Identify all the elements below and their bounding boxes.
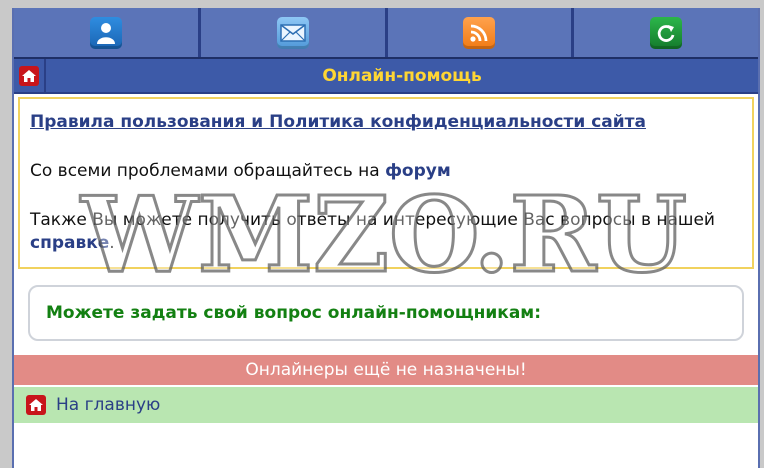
refresh-icon xyxy=(650,16,683,49)
rss-button[interactable] xyxy=(387,8,575,57)
profile-button[interactable] xyxy=(14,8,201,57)
help-text: Также Вы можете получить ответы на интер… xyxy=(30,210,715,230)
help-link[interactable]: справке xyxy=(30,233,109,253)
top-toolbar xyxy=(14,8,758,59)
mail-button[interactable] xyxy=(200,8,388,57)
rules-link[interactable]: Правила пользования и Политика конфиденц… xyxy=(30,111,742,134)
rss-icon xyxy=(463,16,496,49)
mail-icon xyxy=(276,16,309,49)
info-box: Правила пользования и Политика конфиденц… xyxy=(18,97,754,269)
home-icon xyxy=(26,395,46,415)
forum-link[interactable]: форум xyxy=(385,161,451,181)
help-suffix: . xyxy=(109,233,115,253)
panel-header: Онлайн-помощь xyxy=(14,59,758,94)
help-paragraph: Также Вы можете получить ответы на интер… xyxy=(30,209,742,255)
forum-paragraph: Со всеми проблемами обращайтесь на форум xyxy=(30,160,742,183)
help-panel: Онлайн-помощь Правила пользования и Поли… xyxy=(12,8,760,468)
header-home-button[interactable] xyxy=(14,59,46,92)
forum-text: Со всеми проблемами обращайтесь на xyxy=(30,161,386,181)
status-banner: Онлайнеры ещё не назначены! xyxy=(14,355,758,385)
page-title: Онлайн-помощь xyxy=(322,65,482,86)
refresh-button[interactable] xyxy=(574,8,758,57)
home-icon xyxy=(19,65,39,86)
user-icon xyxy=(89,16,122,49)
home-link-bar[interactable]: На главную xyxy=(14,385,758,423)
ask-question-box: Можете задать свой вопрос онлайн-помощни… xyxy=(28,285,744,341)
home-link[interactable]: На главную xyxy=(56,395,160,415)
ask-question-label: Можете задать свой вопрос онлайн-помощни… xyxy=(46,303,542,323)
